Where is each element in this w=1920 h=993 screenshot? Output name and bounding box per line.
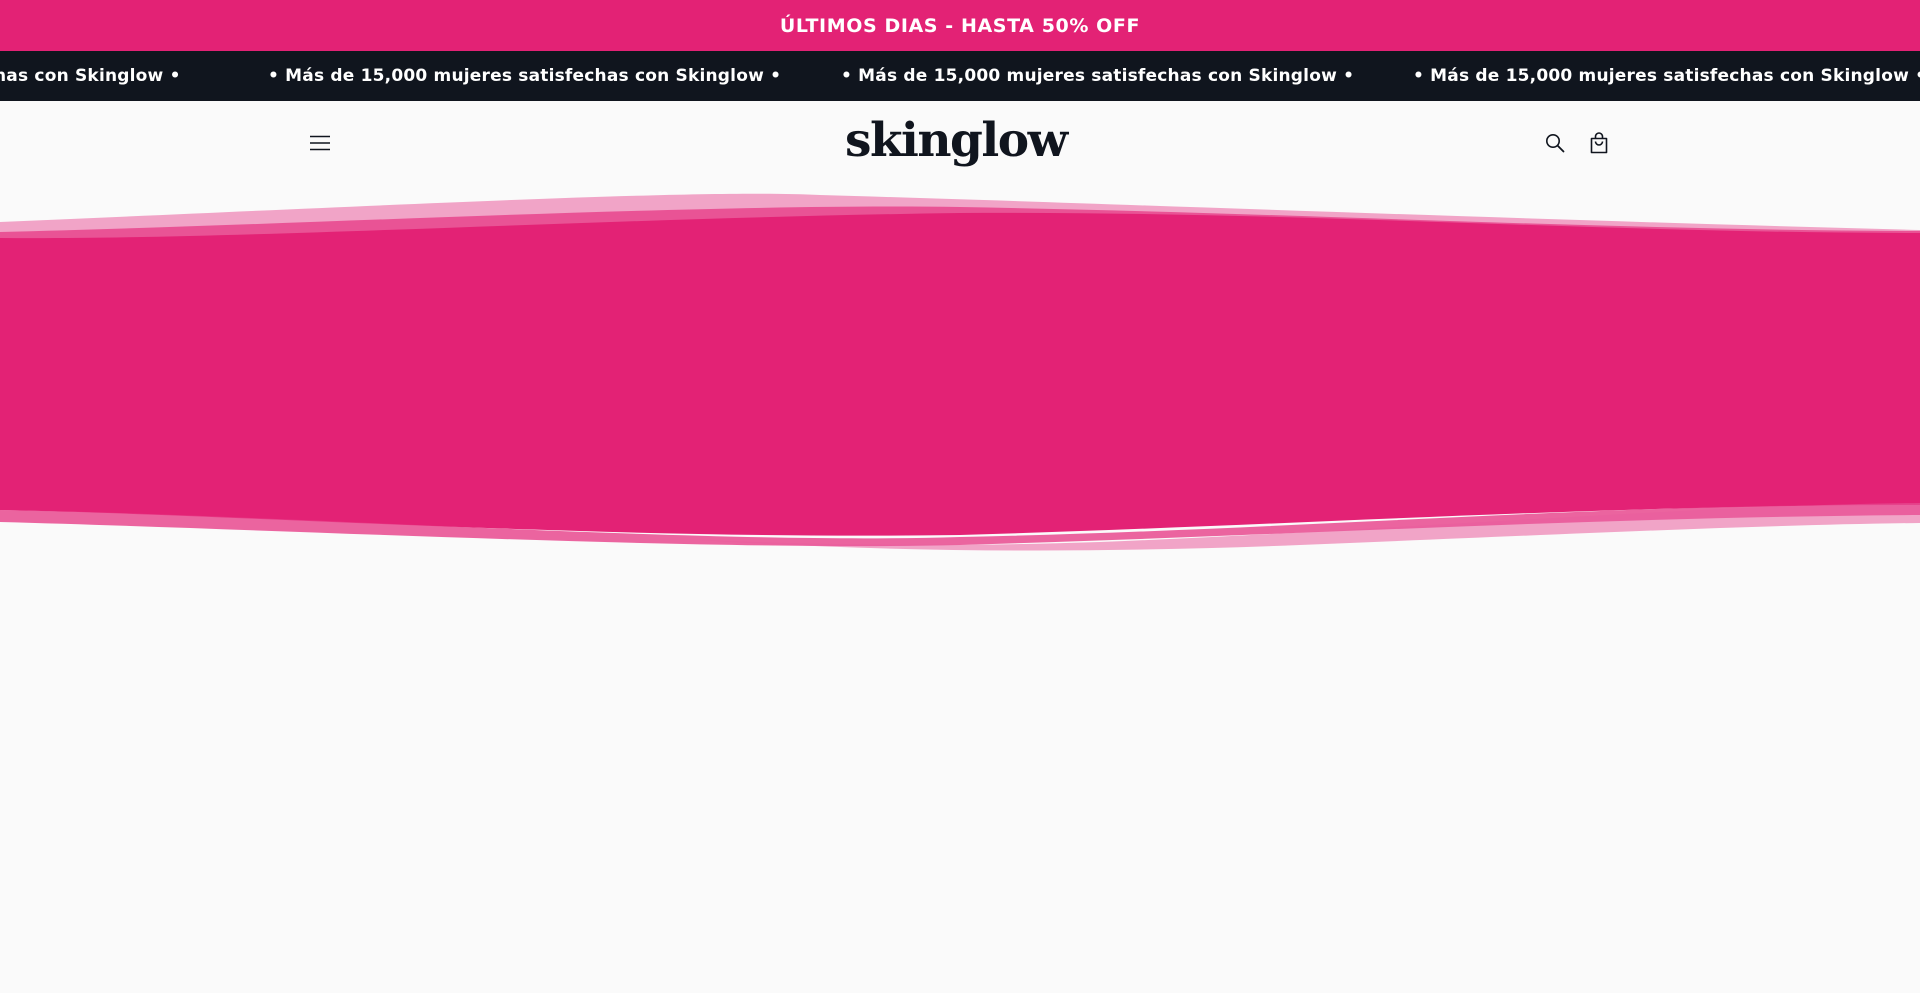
site-logo[interactable]: skinglow <box>845 113 1068 169</box>
search-button[interactable] <box>1539 127 1571 159</box>
menu-button[interactable] <box>304 127 336 159</box>
ticker-item: • Más de 15,000 mujeres satisfechas con … <box>1413 66 1920 86</box>
hero-banner <box>0 193 1920 551</box>
announcement-bar: ÚLTIMOS DIAS - HASTA 50% OFF <box>0 0 1920 51</box>
site-header: skinglow <box>0 101 1920 185</box>
cart-button[interactable] <box>1583 126 1615 160</box>
search-icon <box>1546 134 1565 153</box>
ticker-item: • Más de 15,000 mujeres satisfechas con … <box>841 66 1355 86</box>
ticker-item: has con Skinglow • <box>0 66 181 86</box>
marquee-ticker: has con Skinglow • • Más de 15,000 mujer… <box>0 51 1920 101</box>
ticker-item: • Más de 15,000 mujeres satisfechas con … <box>268 66 782 86</box>
hero-band <box>0 212 1920 536</box>
hamburger-menu-icon <box>310 135 330 151</box>
shopping-bag-icon <box>1590 132 1608 154</box>
announcement-text: ÚLTIMOS DIAS - HASTA 50% OFF <box>779 14 1141 37</box>
